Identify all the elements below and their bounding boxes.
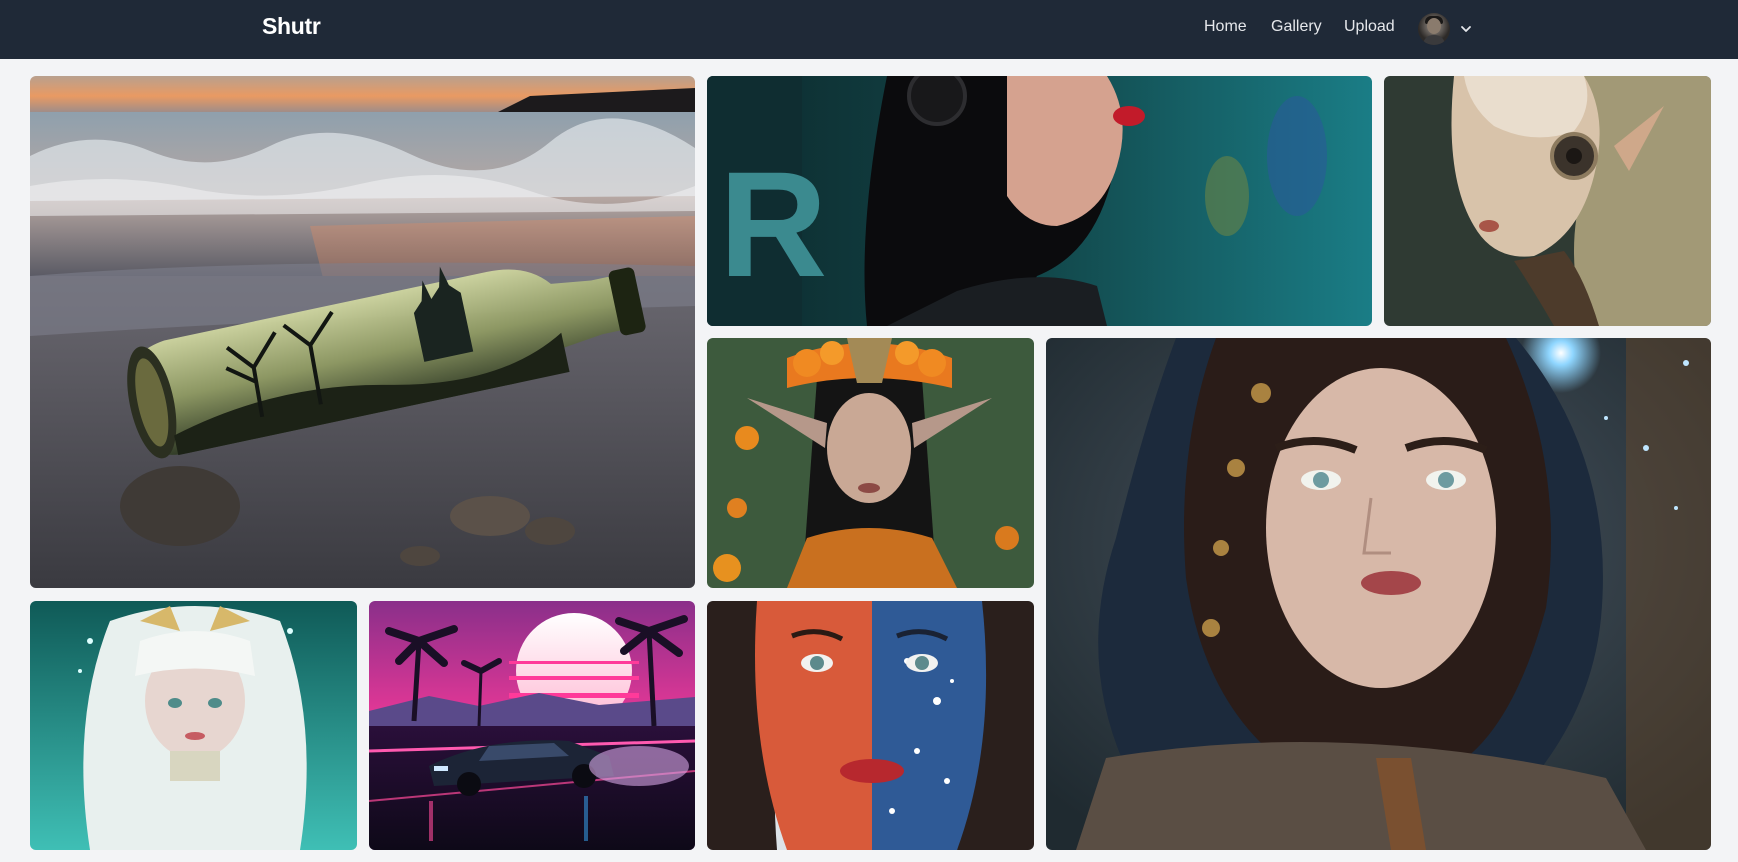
gallery-image-woman-teal-wall[interactable]: R woman-teal-wall xyxy=(707,76,1372,326)
gallery-image-synthwave-car[interactable]: synthwave-car xyxy=(369,601,695,850)
elf-flower-crown-image xyxy=(707,338,1034,588)
user-avatar-icon xyxy=(1418,13,1450,45)
nav-upload-link[interactable]: Upload xyxy=(1344,18,1395,36)
gallery-image-hooded-woman[interactable]: hooded-woman xyxy=(1046,338,1711,850)
gallery-image-elf-flower-crown[interactable]: elf-flower-crown xyxy=(707,338,1034,588)
gallery-image-split-face-paint[interactable]: split-face-paint xyxy=(707,601,1034,850)
brand-logo[interactable]: Shutr xyxy=(262,13,321,40)
top-navbar: Shutr Home Gallery Upload xyxy=(0,0,1738,59)
nav-gallery-link[interactable]: Gallery xyxy=(1271,18,1322,36)
split-face-paint-image xyxy=(707,601,1034,850)
white-hair-underwater-image xyxy=(30,601,357,850)
woman-teal-wall-image: R xyxy=(707,76,1372,326)
cyborg-elf-image xyxy=(1384,76,1711,326)
chevron-down-icon xyxy=(1461,26,1471,32)
nav-home-link[interactable]: Home xyxy=(1204,18,1247,36)
hooded-woman-image xyxy=(1046,338,1711,850)
synthwave-car-image xyxy=(369,601,695,850)
gallery-image-bottle-castle[interactable]: bottle-castle-beach xyxy=(30,76,695,588)
user-menu-toggle[interactable] xyxy=(1418,12,1478,46)
gallery-image-white-hair-underwater[interactable]: white-hair-underwater xyxy=(30,601,357,850)
gallery-image-cyborg-elf[interactable]: cyborg-elf xyxy=(1384,76,1711,326)
svg-text:R: R xyxy=(719,140,827,308)
bottle-castle-image xyxy=(30,76,695,588)
